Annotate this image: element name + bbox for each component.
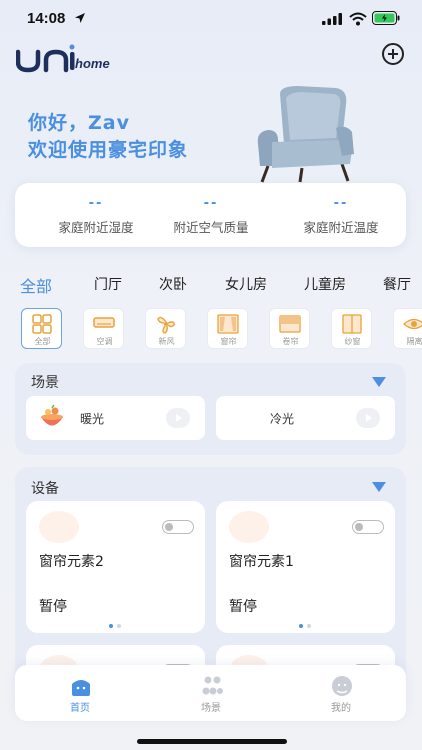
home-icon xyxy=(72,680,90,696)
collapse-arrow-icon[interactable] xyxy=(372,377,386,387)
device-name: 窗帘元素1 xyxy=(229,554,294,570)
tab-all[interactable]: 全部 xyxy=(20,274,52,296)
nav-home[interactable]: 首页 xyxy=(40,665,120,721)
device-name: 窗帘元素2 xyxy=(39,554,104,570)
chip-label: 卷帘 xyxy=(282,337,299,346)
environment-stats-card: -- 家庭附近湿度 -- 附近空气质量 -- 家庭附近温度 xyxy=(15,183,406,247)
chip-all[interactable]: 全部 xyxy=(21,308,62,349)
logo-text: home xyxy=(75,56,110,71)
chip-label: 窗帘 xyxy=(220,337,237,346)
device-avatar xyxy=(39,511,79,543)
page-dot-active xyxy=(299,624,303,628)
chip-label: 新风 xyxy=(158,337,175,346)
nav-label: 场景 xyxy=(201,703,221,714)
scene-panel-title: 场景 xyxy=(31,375,59,391)
air-quality-stat: -- 附近空气质量 xyxy=(146,183,276,236)
chip-label: 隔离 xyxy=(406,337,422,346)
room-tabs: 全部 门厅 次卧 女儿房 儿童房 餐厅 xyxy=(20,274,422,296)
eye-icon xyxy=(403,318,422,330)
scene-cool-light[interactable]: 冷光 xyxy=(216,396,395,440)
fan-icon xyxy=(157,316,175,334)
scene-warm-light[interactable]: 暖光 xyxy=(26,396,205,440)
page-dot xyxy=(117,624,121,628)
device-toggle[interactable] xyxy=(162,520,194,534)
play-icon[interactable] xyxy=(356,408,380,428)
profile-icon xyxy=(332,676,352,696)
humidity-stat: -- 家庭附近湿度 xyxy=(31,183,161,236)
air-quality-value: -- xyxy=(203,196,219,211)
armchair-illustration xyxy=(257,86,354,183)
chip-fresh-air[interactable]: 新风 xyxy=(145,308,186,349)
add-button[interactable] xyxy=(382,43,404,65)
tab-hallway[interactable]: 门厅 xyxy=(94,274,122,294)
scene-icon xyxy=(202,676,223,695)
status-bar: 14:08 xyxy=(0,0,422,40)
scene-label: 冷光 xyxy=(270,412,295,426)
temperature-stat: -- 家庭附近温度 xyxy=(276,183,406,236)
tab-kids-room[interactable]: 儿童房 xyxy=(304,274,346,294)
bottom-nav: 首页 场景 我的 xyxy=(15,665,406,721)
status-time: 14:08 xyxy=(27,10,66,27)
tab-dining-room[interactable]: 餐厅 xyxy=(383,274,411,294)
scene-label: 暖光 xyxy=(80,412,105,426)
chip-isolation[interactable]: 隔离 xyxy=(393,308,422,349)
chip-screen-window[interactable]: 纱窗 xyxy=(331,308,372,349)
greeting-title: 你好，Zav xyxy=(28,112,130,134)
chip-curtain[interactable]: 窗帘 xyxy=(207,308,248,349)
nav-label: 我的 xyxy=(331,703,351,714)
greeting-subtitle: 欢迎使用豪宅印象 xyxy=(28,139,189,161)
home-indicator xyxy=(137,739,287,744)
device-card[interactable]: 窗帘元素2 暂停 xyxy=(26,501,205,633)
temperature-label: 家庭附近温度 xyxy=(303,220,379,235)
air-quality-label: 附近空气质量 xyxy=(173,220,249,235)
temperature-value: -- xyxy=(333,196,349,211)
cellular-signal-icon xyxy=(322,13,342,25)
battery-icon xyxy=(372,11,400,25)
chip-label: 纱窗 xyxy=(344,337,361,346)
roller-blind-icon xyxy=(279,315,301,333)
wifi-icon xyxy=(349,12,367,26)
curtain-icon xyxy=(217,314,239,334)
page-dot xyxy=(307,624,311,628)
device-panel-title: 设备 xyxy=(31,481,59,497)
tab-second-bedroom[interactable]: 次卧 xyxy=(159,274,187,294)
collapse-arrow-icon[interactable] xyxy=(372,482,386,492)
chip-label: 空调 xyxy=(96,337,113,346)
bowl-icon xyxy=(41,404,63,426)
nav-scene[interactable]: 场景 xyxy=(171,665,251,721)
humidity-label: 家庭附近湿度 xyxy=(58,220,134,235)
grid-icon xyxy=(32,314,52,334)
chip-roller-blind[interactable]: 卷帘 xyxy=(269,308,310,349)
play-icon[interactable] xyxy=(166,408,190,428)
chip-air-conditioner[interactable]: 空调 xyxy=(83,308,124,349)
page-dot-active xyxy=(109,624,113,628)
location-arrow-icon xyxy=(75,13,85,23)
air-conditioner-icon xyxy=(93,317,115,328)
device-type-chips: 全部 空调 新风 窗帘 卷帘 纱窗 隔离 xyxy=(20,308,422,350)
device-status: 暂停 xyxy=(229,599,257,615)
device-status: 暂停 xyxy=(39,599,67,615)
nav-profile[interactable]: 我的 xyxy=(301,665,381,721)
tab-daughter-room[interactable]: 女儿房 xyxy=(225,274,267,294)
scene-panel: 场景 暖光 冷光 xyxy=(15,363,406,455)
humidity-value: -- xyxy=(88,196,104,211)
page-indicator xyxy=(299,624,313,628)
device-card[interactable]: 窗帘元素1 暂停 xyxy=(216,501,395,633)
device-toggle[interactable] xyxy=(352,520,384,534)
device-panel: 设备 窗帘元素2 暂停 窗帘元素1 暂停 xyxy=(15,467,406,687)
screen-window-icon xyxy=(342,314,362,334)
chip-label: 全部 xyxy=(34,337,51,346)
nav-label: 首页 xyxy=(70,703,90,714)
device-avatar xyxy=(229,511,269,543)
page-indicator xyxy=(109,624,123,628)
